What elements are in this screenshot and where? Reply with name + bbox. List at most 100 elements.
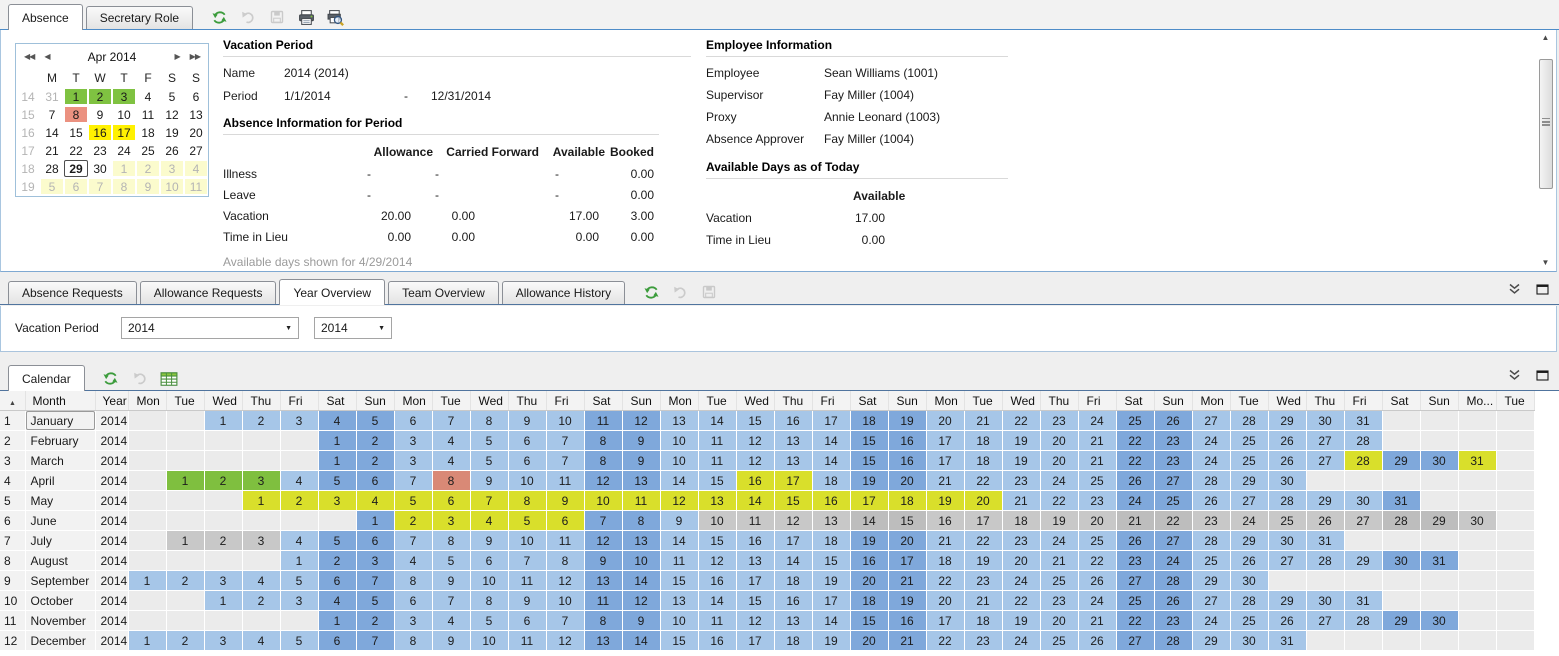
day-cell[interactable]: 9 xyxy=(508,591,546,611)
day-cell[interactable]: 24 xyxy=(1078,591,1116,611)
day-column-header[interactable]: Sun xyxy=(622,391,660,411)
day-cell[interactable]: 15 xyxy=(850,431,888,451)
day-cell[interactable]: 26 xyxy=(1154,591,1192,611)
mini-day-cell[interactable]: 2 xyxy=(136,160,160,177)
day-cell[interactable]: 12 xyxy=(736,611,774,631)
day-cell[interactable]: 2 xyxy=(204,471,242,491)
day-cell[interactable]: 12 xyxy=(622,411,660,431)
mini-day-cell[interactable]: 10 xyxy=(160,178,184,195)
day-cell[interactable]: 22 xyxy=(1116,431,1154,451)
day-cell[interactable]: 31 xyxy=(1420,551,1458,571)
day-cell[interactable]: 4 xyxy=(318,411,356,431)
day-cell[interactable]: 8 xyxy=(622,511,660,531)
year-cell[interactable]: 2014 xyxy=(95,411,128,431)
day-cell[interactable]: 10 xyxy=(470,571,508,591)
day-cell[interactable]: 23 xyxy=(1078,491,1116,511)
day-cell[interactable]: 13 xyxy=(584,631,622,651)
day-cell[interactable] xyxy=(1496,631,1534,651)
day-cell[interactable]: 2 xyxy=(204,531,242,551)
day-cell[interactable]: 16 xyxy=(774,411,812,431)
mini-day-cell[interactable]: 16 xyxy=(88,124,112,141)
day-cell[interactable]: 11 xyxy=(508,571,546,591)
day-cell[interactable]: 8 xyxy=(394,571,432,591)
day-cell[interactable]: 12 xyxy=(698,551,736,571)
day-cell[interactable] xyxy=(128,491,166,511)
day-cell[interactable]: 23 xyxy=(1002,471,1040,491)
day-column-header[interactable]: Thu xyxy=(242,391,280,411)
day-cell[interactable]: 25 xyxy=(1230,611,1268,631)
day-cell[interactable] xyxy=(1496,531,1534,551)
day-cell[interactable]: 1 xyxy=(204,591,242,611)
month-name-cell[interactable]: November xyxy=(25,611,95,631)
scroll-down-icon[interactable]: ▼ xyxy=(1540,258,1551,267)
day-cell[interactable]: 24 xyxy=(1002,631,1040,651)
mini-day-cell[interactable]: 1 xyxy=(64,88,88,105)
day-cell[interactable]: 21 xyxy=(926,531,964,551)
day-cell[interactable]: 31 xyxy=(1458,451,1496,471)
day-cell[interactable]: 6 xyxy=(394,591,432,611)
day-cell[interactable] xyxy=(128,411,166,431)
day-cell[interactable] xyxy=(242,511,280,531)
mini-day-cell[interactable]: 20 xyxy=(184,124,208,141)
day-cell[interactable] xyxy=(204,611,242,631)
mini-day-cell[interactable]: 5 xyxy=(40,178,64,195)
day-cell[interactable] xyxy=(128,591,166,611)
day-cell[interactable]: 28 xyxy=(1154,571,1192,591)
day-cell[interactable]: 28 xyxy=(1192,471,1230,491)
day-cell[interactable]: 22 xyxy=(1116,451,1154,471)
day-cell[interactable]: 19 xyxy=(1002,611,1040,631)
day-cell[interactable] xyxy=(280,451,318,471)
day-cell[interactable] xyxy=(128,471,166,491)
day-cell[interactable] xyxy=(1458,611,1496,631)
day-cell[interactable]: 11 xyxy=(660,551,698,571)
month-name-cell[interactable]: June xyxy=(25,511,95,531)
day-column-header[interactable]: Tue xyxy=(1230,391,1268,411)
day-cell[interactable]: 26 xyxy=(1306,511,1344,531)
day-cell[interactable]: 21 xyxy=(1078,451,1116,471)
day-cell[interactable]: 15 xyxy=(850,611,888,631)
day-cell[interactable]: 1 xyxy=(318,451,356,471)
day-cell[interactable]: 16 xyxy=(888,431,926,451)
day-cell[interactable]: 2 xyxy=(166,631,204,651)
mini-day-cell[interactable]: 12 xyxy=(160,106,184,123)
day-cell[interactable]: 31 xyxy=(1268,631,1306,651)
day-cell[interactable]: 17 xyxy=(812,411,850,431)
day-cell[interactable]: 17 xyxy=(736,571,774,591)
print-preview-icon[interactable] xyxy=(326,8,344,26)
day-cell[interactable] xyxy=(128,531,166,551)
day-cell[interactable]: 30 xyxy=(1382,551,1420,571)
day-column-header[interactable]: Sun xyxy=(1420,391,1458,411)
tab-absence-requests[interactable]: Absence Requests xyxy=(8,281,137,304)
refresh-icon[interactable] xyxy=(102,369,120,387)
day-cell[interactable] xyxy=(1458,591,1496,611)
day-cell[interactable] xyxy=(1382,571,1420,591)
day-cell[interactable]: 11 xyxy=(584,411,622,431)
day-cell[interactable]: 24 xyxy=(1078,411,1116,431)
day-cell[interactable]: 1 xyxy=(166,531,204,551)
day-cell[interactable]: 16 xyxy=(812,491,850,511)
day-cell[interactable]: 5 xyxy=(356,411,394,431)
day-cell[interactable]: 19 xyxy=(1002,451,1040,471)
day-cell[interactable]: 30 xyxy=(1306,591,1344,611)
day-cell[interactable]: 20 xyxy=(888,531,926,551)
day-cell[interactable]: 18 xyxy=(1002,511,1040,531)
year-cell[interactable]: 2014 xyxy=(95,571,128,591)
day-column-header[interactable]: Mon xyxy=(128,391,166,411)
day-cell[interactable]: 26 xyxy=(1154,411,1192,431)
day-cell[interactable]: 28 xyxy=(1382,511,1420,531)
day-column-header[interactable]: Mon xyxy=(926,391,964,411)
day-cell[interactable]: 21 xyxy=(888,631,926,651)
day-cell[interactable]: 11 xyxy=(508,631,546,651)
prev-year-icon[interactable]: ◀◀ xyxy=(22,52,36,61)
day-cell[interactable]: 19 xyxy=(1002,431,1040,451)
month-column-header[interactable]: Month xyxy=(25,391,95,411)
day-cell[interactable]: 13 xyxy=(774,611,812,631)
day-cell[interactable]: 14 xyxy=(622,571,660,591)
day-cell[interactable]: 14 xyxy=(622,631,660,651)
tab-calendar[interactable]: Calendar xyxy=(8,365,85,391)
day-cell[interactable] xyxy=(128,551,166,571)
day-cell[interactable] xyxy=(1382,411,1420,431)
day-cell[interactable]: 20 xyxy=(1078,511,1116,531)
day-cell[interactable]: 28 xyxy=(1306,551,1344,571)
day-cell[interactable]: 10 xyxy=(660,431,698,451)
